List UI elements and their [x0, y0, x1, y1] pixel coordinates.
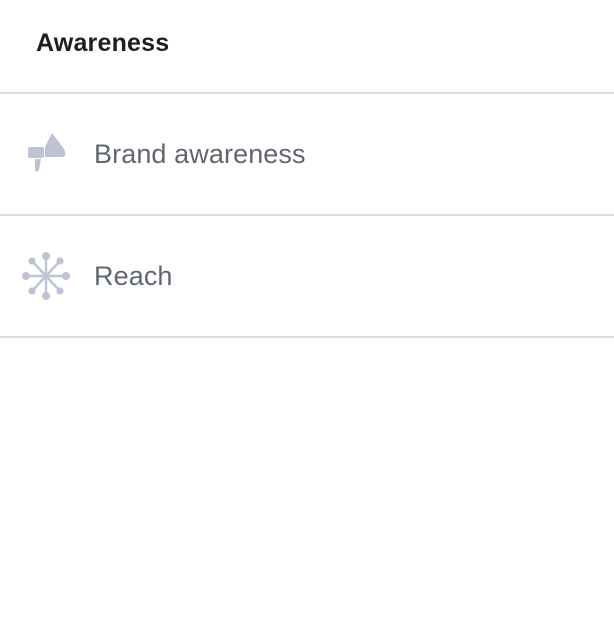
section-title: Awareness	[36, 28, 170, 57]
option-label: Reach	[94, 260, 173, 291]
network-icon	[22, 252, 70, 300]
objective-panel: Awareness Brand awareness Reach	[0, 0, 614, 632]
option-label: Brand awareness	[94, 138, 306, 169]
option-brand-awareness[interactable]: Brand awareness	[0, 94, 614, 216]
section-header: Awareness	[0, 0, 614, 94]
megaphone-icon	[22, 130, 70, 178]
option-reach[interactable]: Reach	[0, 216, 614, 338]
